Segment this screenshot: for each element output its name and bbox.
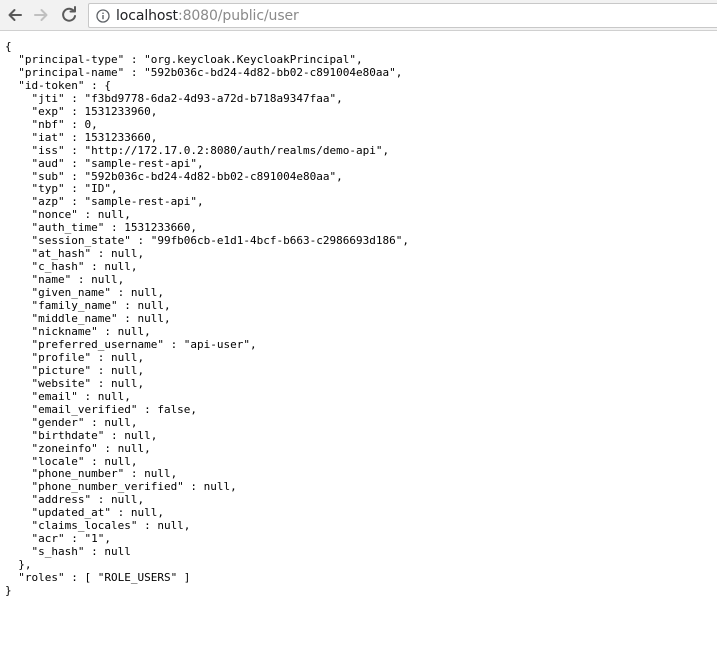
reload-button[interactable] [58,4,80,26]
forward-button[interactable] [30,4,52,26]
back-arrow-icon [8,9,22,21]
json-response-body: { "principal-type" : "org.keycloak.Keycl… [5,40,409,598]
info-icon[interactable] [96,8,110,23]
forward-arrow-icon [34,9,48,21]
url-text[interactable]: localhost:8080/public/user [116,8,299,24]
address-bar[interactable]: localhost:8080/public/user [88,3,717,28]
url-host: localhost [116,7,178,24]
browser-toolbar: localhost:8080/public/user [0,0,717,31]
reload-icon [62,6,76,22]
back-button[interactable] [4,4,26,26]
url-path: :8080/public/user [177,7,299,24]
